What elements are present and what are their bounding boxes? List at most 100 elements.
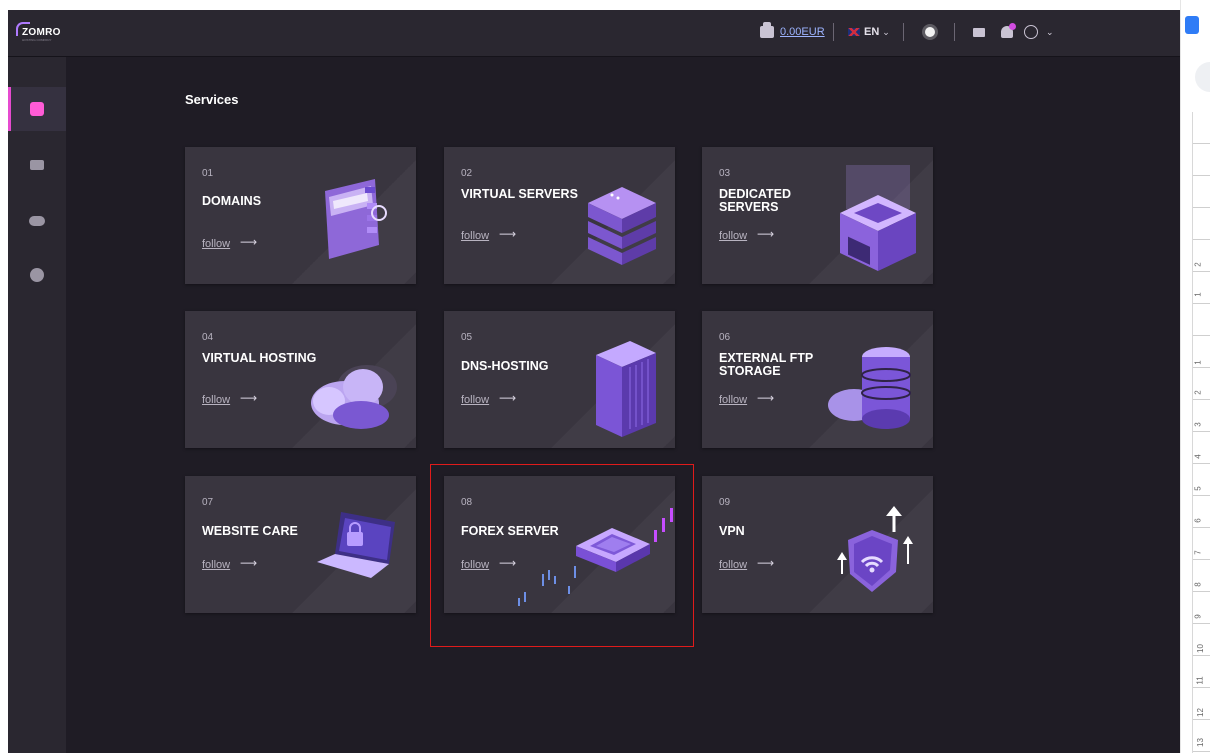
service-card-virtual-hosting[interactable]: 04 VIRTUAL HOSTING follow ⟶ <box>185 311 416 448</box>
wallet-topup-icon <box>760 22 774 38</box>
service-card-dedicated-servers[interactable]: 03 DEDICATED SERVERS follow ⟶ <box>702 147 933 284</box>
service-card-dns-hosting[interactable]: 05 DNS-HOSTING follow ⟶ <box>444 311 675 448</box>
follow-link[interactable]: follow <box>202 559 230 571</box>
service-card-external-ftp-storage[interactable]: 06 EXTERNAL FTP STORAGE follow ⟶ <box>702 311 933 448</box>
card-title: DEDICATED SERVERS <box>719 187 791 214</box>
page-title: Services <box>185 92 239 107</box>
window-left-edge <box>0 0 8 753</box>
card-title: VPN <box>719 524 745 538</box>
ruler-number: 9 <box>1193 614 1203 619</box>
domains-illustration-icon <box>325 179 387 259</box>
service-card-vpn[interactable]: 09 VPN follow ⟶ <box>702 476 933 613</box>
dedicated-server-illustration-icon <box>840 165 916 271</box>
sidebar-item-users[interactable] <box>8 199 66 243</box>
chevron-down-icon: ⌄ <box>1046 26 1054 37</box>
arrow-right-icon: ⟶ <box>240 391 258 405</box>
arrow-right-icon: ⟶ <box>240 235 258 249</box>
ruler-number: 10 <box>1195 644 1205 653</box>
box-icon <box>30 102 44 116</box>
messages-button[interactable] <box>973 22 985 42</box>
arrow-right-icon: ⟶ <box>757 391 775 405</box>
follow-link[interactable]: follow <box>461 394 489 406</box>
laptop-lock-illustration-icon <box>317 512 395 578</box>
card-number: 02 <box>461 168 473 179</box>
card-number: 09 <box>719 497 731 508</box>
user-menu[interactable]: ⌄ <box>1024 22 1054 42</box>
service-card-domains[interactable]: 01 DOMAINS follow ⟶ <box>185 147 416 284</box>
card-title: DNS-HOSTING <box>461 359 549 373</box>
sidebar-item-finance[interactable] <box>8 143 66 187</box>
follow-link[interactable]: follow <box>719 230 747 242</box>
ruler-number: 12 <box>1195 708 1205 717</box>
follow-link[interactable]: follow <box>461 230 489 242</box>
language-selector[interactable]: EN ⌄ <box>848 22 890 42</box>
browser-side-panel: 2 1 1 2 3 4 5 6 7 8 9 10 11 12 13 <box>1180 0 1210 753</box>
follow-link[interactable]: follow <box>719 394 747 406</box>
theme-toggle[interactable] <box>925 22 935 42</box>
ruler-number: 3 <box>1193 422 1203 427</box>
follow-link[interactable]: follow <box>202 238 230 250</box>
panel-avatar-circle[interactable] <box>1195 62 1210 92</box>
dns-server-illustration-icon <box>596 341 656 437</box>
chevron-down-icon: ⌄ <box>882 26 890 37</box>
card-number: 05 <box>461 332 473 343</box>
arrow-right-icon: ⟶ <box>240 556 258 570</box>
cloud-illustration-icon <box>311 365 397 429</box>
notifications-button[interactable] <box>1001 22 1016 42</box>
ruler-number: 2 <box>1193 262 1203 267</box>
server-stack-illustration-icon <box>588 187 656 265</box>
card-number: 06 <box>719 332 731 343</box>
follow-link[interactable]: follow <box>719 559 747 571</box>
panel-menu-icon[interactable] <box>1185 16 1199 34</box>
arrow-right-icon: ⟶ <box>499 391 517 405</box>
sun-icon <box>925 27 935 37</box>
document-ruler: 2 1 1 2 3 4 5 6 7 8 9 10 11 12 13 <box>1192 112 1210 753</box>
uk-flag-icon <box>848 28 860 36</box>
storage-database-illustration-icon <box>828 347 911 429</box>
balance-widget[interactable]: 0.00EUR <box>760 22 825 42</box>
arrow-right-icon: ⟶ <box>757 556 775 570</box>
divider <box>954 23 955 41</box>
ruler-number: 4 <box>1193 454 1203 459</box>
ruler-number: 8 <box>1193 582 1203 587</box>
ruler-number: 7 <box>1193 550 1203 555</box>
ruler-number: 2 <box>1193 390 1203 395</box>
window-top-edge <box>0 0 1210 10</box>
service-card-website-care[interactable]: 07 WEBSITE CARE follow ⟶ <box>185 476 416 613</box>
app-window: ZOMRO HOSTING COMPANY 0.00EUR EN ⌄ ⌄ Ser… <box>8 10 1180 753</box>
ruler-number: 1 <box>1193 292 1203 297</box>
zomro-logo[interactable]: ZOMRO HOSTING COMPANY <box>14 22 70 44</box>
ruler-number: 6 <box>1193 518 1203 523</box>
top-bar: ZOMRO HOSTING COMPANY 0.00EUR EN ⌄ ⌄ <box>8 10 1180 57</box>
language-label: EN <box>864 26 880 38</box>
bell-icon <box>1001 23 1016 38</box>
ruler-number: 11 <box>1195 676 1205 685</box>
card-title: DOMAINS <box>202 194 262 208</box>
wallet-icon <box>30 160 44 170</box>
ruler-number: 13 <box>1195 738 1205 747</box>
sidebar-item-support[interactable] <box>8 253 66 297</box>
divider <box>903 23 904 41</box>
logo-text: ZOMRO <box>22 27 61 38</box>
logo-subtitle: HOSTING COMPANY <box>22 38 52 42</box>
card-number: 03 <box>719 168 731 179</box>
card-number: 07 <box>202 497 214 508</box>
balance-value[interactable]: 0.00EUR <box>780 26 825 38</box>
notification-badge <box>1009 23 1016 30</box>
card-number: 04 <box>202 332 214 343</box>
card-title: EXTERNAL FTP STORAGE <box>719 351 813 378</box>
card-title: WEBSITE CARE <box>202 524 298 538</box>
ruler-number: 1 <box>1193 360 1203 365</box>
arrow-right-icon: ⟶ <box>757 227 775 241</box>
divider <box>833 23 834 41</box>
user-icon <box>1024 25 1038 39</box>
vpn-shield-illustration-icon <box>837 506 913 592</box>
mail-icon <box>973 27 985 37</box>
selection-highlight-box <box>430 464 694 647</box>
service-card-virtual-servers[interactable]: 02 VIRTUAL SERVERS follow ⟶ <box>444 147 675 284</box>
follow-link[interactable]: follow <box>202 394 230 406</box>
card-title: VIRTUAL HOSTING <box>202 351 317 365</box>
users-icon <box>29 216 45 226</box>
support-icon <box>30 268 44 282</box>
sidebar-item-services[interactable] <box>8 87 66 131</box>
